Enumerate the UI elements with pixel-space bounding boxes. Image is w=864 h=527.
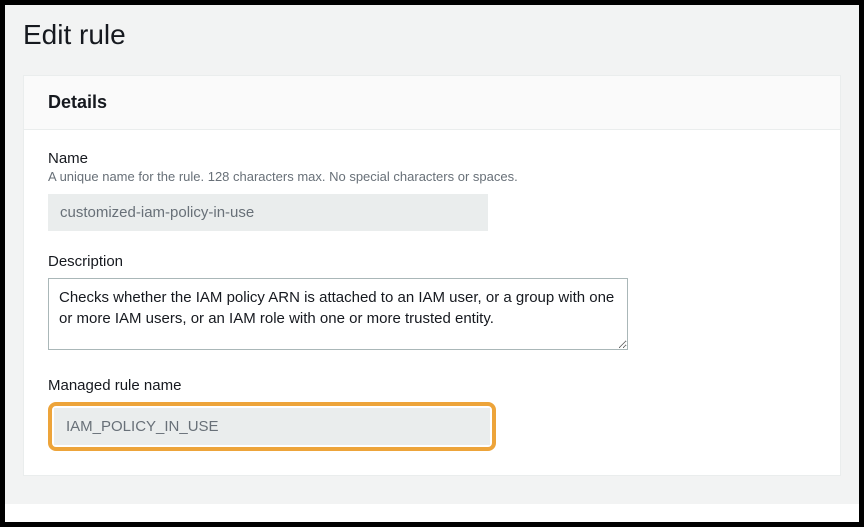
card-body: Name A unique name for the rule. 128 cha… (24, 130, 840, 475)
description-label: Description (48, 253, 816, 270)
card-header: Details (24, 76, 840, 130)
name-label: Name (48, 150, 816, 167)
name-input (48, 194, 488, 231)
description-textarea[interactable] (48, 278, 628, 350)
page-header: Edit rule (5, 5, 859, 75)
details-card: Details Name A unique name for the rule.… (23, 75, 841, 476)
page-title: Edit rule (23, 19, 841, 51)
card-title: Details (48, 92, 816, 113)
page-body: Details Name A unique name for the rule.… (5, 75, 859, 504)
managed-rule-label: Managed rule name (48, 377, 816, 394)
field-managed-rule: Managed rule name (48, 377, 816, 451)
managed-rule-input (54, 408, 490, 445)
managed-rule-highlight (48, 402, 496, 451)
field-name: Name A unique name for the rule. 128 cha… (48, 150, 816, 231)
field-description: Description (48, 253, 816, 355)
name-help: A unique name for the rule. 128 characte… (48, 169, 816, 184)
